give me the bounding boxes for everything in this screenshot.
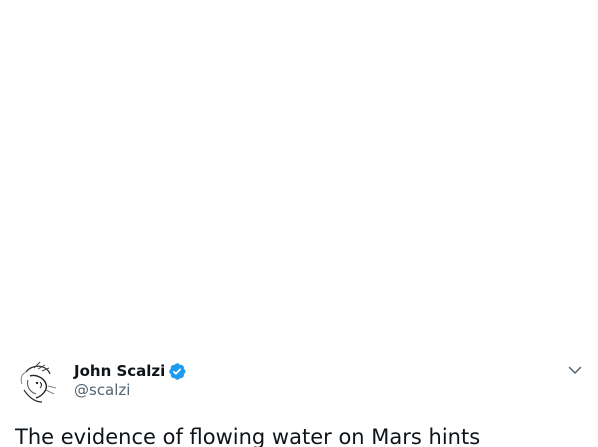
ink-sketch-avatar-icon <box>12 356 64 408</box>
embedded-tweet-page: John Scalzi @scalzi The evidence of flow… <box>0 0 598 447</box>
chevron-down-icon[interactable] <box>566 361 584 379</box>
tweet-author: John Scalzi @scalzi <box>74 360 187 400</box>
verified-badge-icon <box>166 361 187 382</box>
tweet-card: John Scalzi @scalzi The evidence of flow… <box>0 352 598 447</box>
author-display-name[interactable]: John Scalzi <box>74 360 165 382</box>
author-name-row: John Scalzi <box>74 360 187 382</box>
author-handle[interactable]: @scalzi <box>74 380 187 400</box>
avatar[interactable] <box>12 356 64 408</box>
tweet-text: The evidence of flowing water on Mars hi… <box>15 425 481 447</box>
